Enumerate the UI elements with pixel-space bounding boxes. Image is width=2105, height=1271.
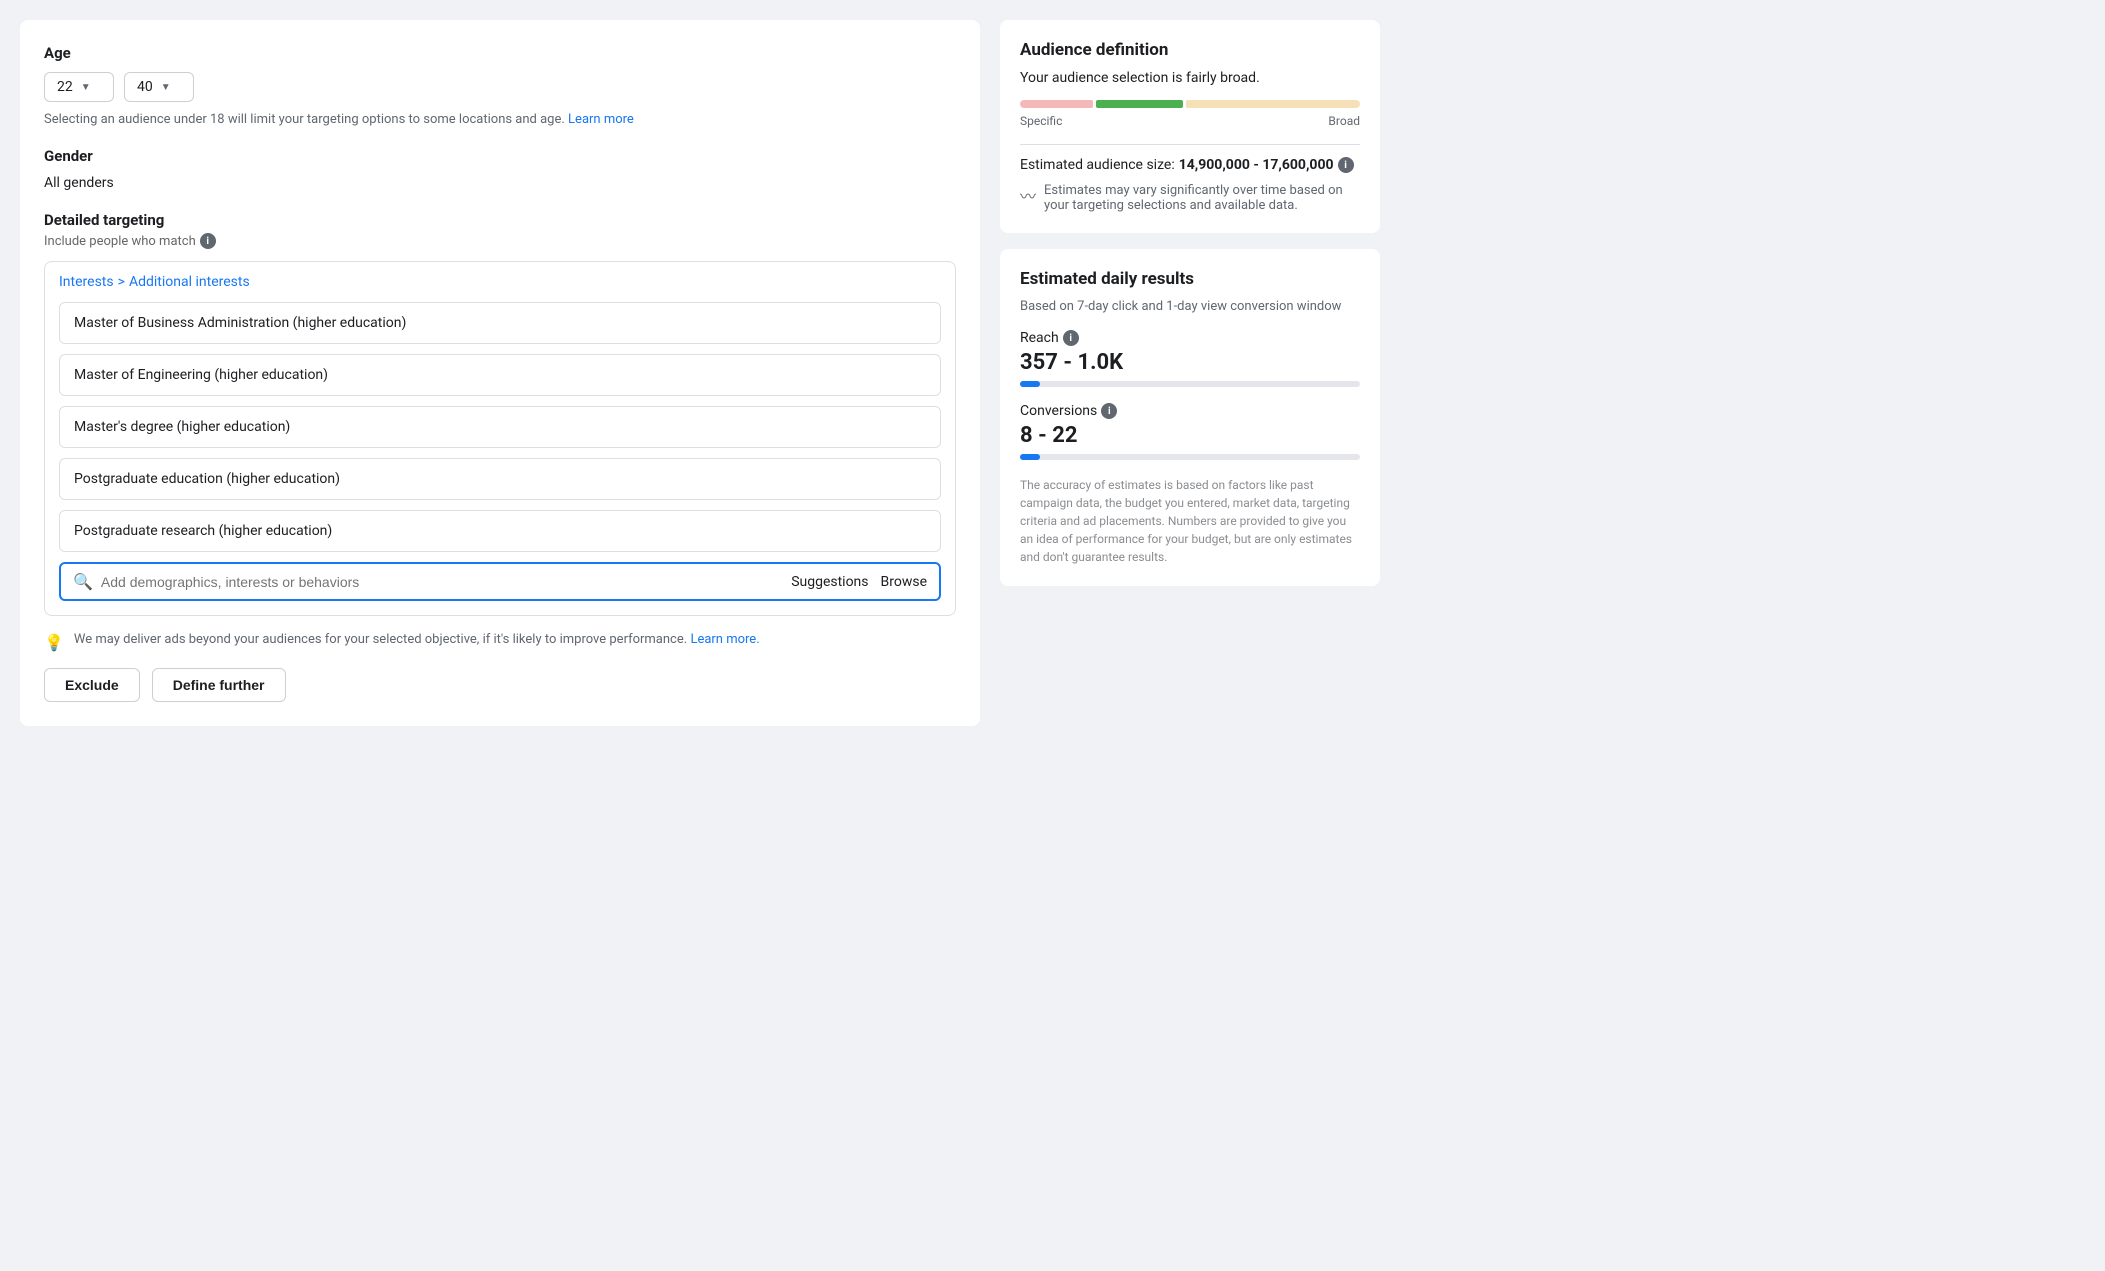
gauge-segment-3 [1186,100,1360,108]
gender-label: Gender [44,147,956,165]
conversions-value: 8 - 22 [1020,423,1360,448]
age-min-select[interactable]: 22 ▼ [44,72,114,102]
exclude-button[interactable]: Exclude [44,668,140,702]
age-min-value: 22 [57,79,73,95]
interest-item[interactable]: Master of Business Administration (highe… [59,302,941,344]
gauge-bar [1020,100,1360,108]
bulb-icon: 💡 [44,633,64,652]
audience-subtitle: Your audience selection is fairly broad. [1020,70,1360,86]
search-actions: Suggestions Browse [791,574,927,590]
right-panel: Audience definition Your audience select… [1000,20,1380,726]
define-further-button[interactable]: Define further [152,668,286,702]
audience-size-value: 14,900,000 - 17,600,000 [1179,157,1334,173]
gender-value: All genders [44,175,956,191]
gauge-labels: Specific Broad [1020,114,1360,128]
age-max-select[interactable]: 40 ▼ [124,72,194,102]
breadcrumb: Interests > Additional interests [59,274,941,290]
breadcrumb-additional-link[interactable]: Additional interests [129,274,250,290]
gauge-segment-2 [1096,100,1183,108]
interest-item[interactable]: Postgraduate research (higher education) [59,510,941,552]
specific-label: Specific [1020,114,1062,128]
breadcrumb-interests-link[interactable]: Interests [59,274,114,290]
interest-item[interactable]: Master of Engineering (higher education) [59,354,941,396]
daily-results-card: Estimated daily results Based on 7-day c… [1000,249,1380,586]
age-row: 22 ▼ 40 ▼ [44,72,956,102]
interest-item[interactable]: Postgraduate education (higher education… [59,458,941,500]
accuracy-note: The accuracy of estimates is based on fa… [1020,476,1360,566]
age-notice: Selecting an audience under 18 will limi… [44,112,956,127]
conversions-info-icon[interactable]: i [1101,403,1117,419]
detailed-targeting-title: Detailed targeting [44,211,956,229]
conversions-label: Conversions i [1020,403,1360,419]
reach-value: 357 - 1.0K [1020,350,1360,375]
age-max-chevron-icon: ▼ [161,82,171,93]
conversions-bar [1020,454,1360,460]
estimates-note: 〰 Estimates may vary significantly over … [1020,183,1360,213]
broad-label: Broad [1328,114,1360,128]
divider [1020,144,1360,145]
results-subtitle: Based on 7-day click and 1-day view conv… [1020,299,1360,314]
audience-definition-title: Audience definition [1020,40,1360,60]
gauge-segment-1 [1020,100,1093,108]
search-container: 🔍 Suggestions Browse [59,562,941,601]
delivery-notice: 💡 We may deliver ads beyond your audienc… [44,632,956,668]
age-max-value: 40 [137,79,153,95]
trend-icon: 〰 [1020,183,1036,207]
age-label: Age [44,44,956,62]
suggestions-button[interactable]: Suggestions [791,574,868,590]
reach-label: Reach i [1020,330,1360,346]
reach-bar [1020,381,1360,387]
audience-definition-card: Audience definition Your audience select… [1000,20,1380,233]
search-icon: 🔍 [73,572,93,591]
browse-button[interactable]: Browse [881,574,927,590]
targeting-box: Interests > Additional interests Master … [44,261,956,616]
conversions-bar-fill [1020,454,1040,460]
age-min-chevron-icon: ▼ [81,82,91,93]
interest-item[interactable]: Master's degree (higher education) [59,406,941,448]
button-row: Exclude Define further [44,668,956,702]
include-info-icon[interactable]: i [200,233,216,249]
audience-size-info-icon[interactable]: i [1338,157,1354,173]
reach-info-icon[interactable]: i [1063,330,1079,346]
daily-results-title: Estimated daily results [1020,269,1360,289]
include-label: Include people who match i [44,233,956,249]
reach-bar-fill [1020,381,1040,387]
delivery-learn-more-link[interactable]: Learn more. [690,632,759,647]
audience-size-text: Estimated audience size: 14,900,000 - 17… [1020,157,1360,173]
search-input[interactable] [101,574,783,590]
age-learn-more-link[interactable]: Learn more [568,112,634,127]
breadcrumb-separator: > [118,274,125,290]
